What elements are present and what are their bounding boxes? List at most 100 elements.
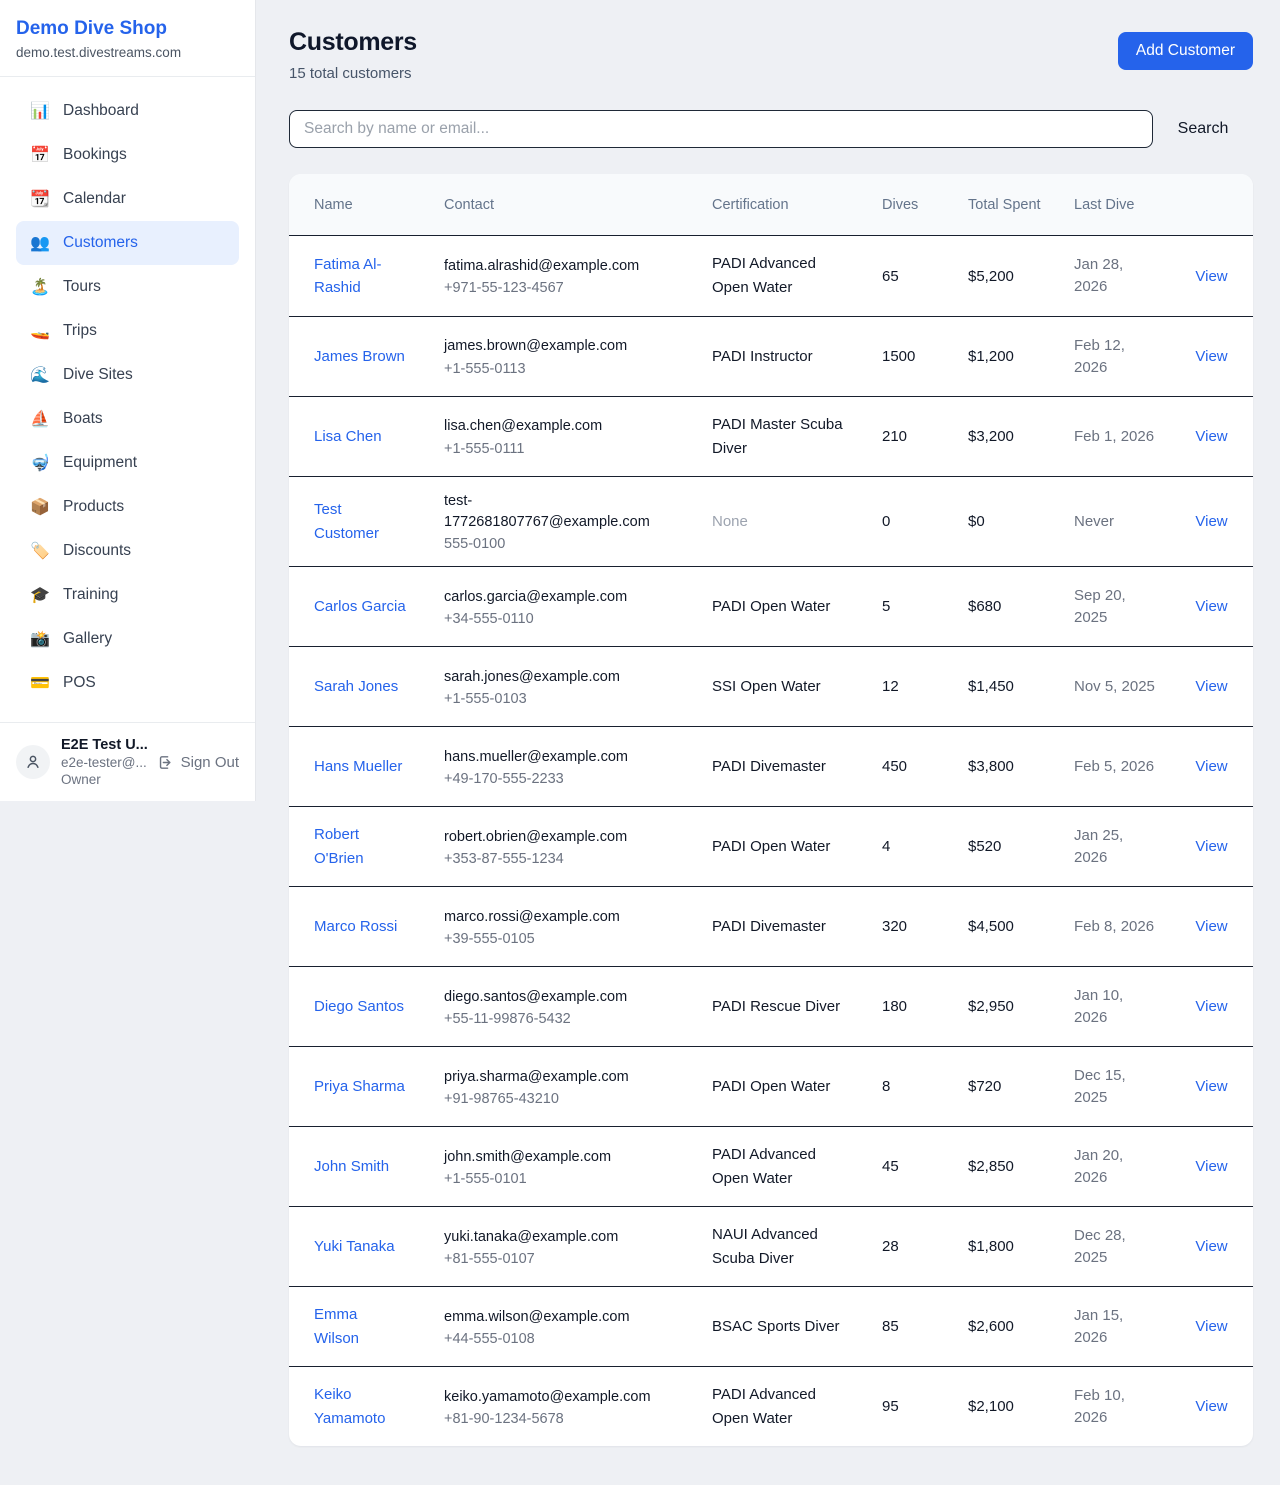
customer-email: carlos.garcia@example.com [444, 587, 662, 608]
table-row: John Smith john.smith@example.com +1-555… [289, 1126, 1253, 1206]
table-row: Marco Rossi marco.rossi@example.com +39-… [289, 886, 1253, 966]
add-customer-button[interactable]: Add Customer [1118, 32, 1253, 70]
customer-name-link[interactable]: James Brown [314, 348, 405, 365]
customer-name-link[interactable]: Carlos Garcia [314, 598, 406, 615]
view-link[interactable]: View [1195, 1238, 1227, 1255]
table-row: Fatima Al-Rashid fatima.alrashid@example… [289, 236, 1253, 316]
table-row: Keiko Yamamoto keiko.yamamoto@example.co… [289, 1366, 1253, 1446]
customer-name-link[interactable]: Hans Mueller [314, 758, 402, 775]
customer-name-link[interactable]: Test Customer [314, 501, 379, 541]
sidebar-item-gallery[interactable]: 📸 Gallery [16, 617, 239, 661]
customer-dives: 320 [872, 904, 958, 949]
sidebar-item-trips[interactable]: 🚤 Trips [16, 309, 239, 353]
sidebar-item-customers[interactable]: 👥 Customers [16, 221, 239, 265]
customer-phone: +1-555-0111 [444, 441, 662, 457]
customer-email: priya.sharma@example.com [444, 1067, 662, 1088]
view-link[interactable]: View [1195, 1398, 1227, 1415]
table-row: Robert O'Brien robert.obrien@example.com… [289, 806, 1253, 886]
sidebar-item-calendar[interactable]: 📆 Calendar [16, 177, 239, 221]
view-link[interactable]: View [1195, 838, 1227, 855]
people-icon: 👥 [30, 233, 50, 253]
sidebar-item-label: Calendar [63, 190, 126, 208]
customer-dives: 5 [872, 584, 958, 629]
customer-name-link[interactable]: Emma Wilson [314, 1306, 359, 1346]
view-link[interactable]: View [1195, 758, 1227, 775]
view-link[interactable]: View [1195, 428, 1227, 445]
customer-phone: +49-170-555-2233 [444, 771, 662, 787]
customer-last-dive: Feb 10, 2026 [1064, 1371, 1170, 1443]
user-section: E2E Test U... e2e-tester@... Owner Sign … [0, 722, 255, 801]
view-link[interactable]: View [1195, 268, 1227, 285]
search-button[interactable]: Search [1153, 120, 1253, 138]
sidebar-item-label: Bookings [63, 146, 127, 164]
view-link[interactable]: View [1195, 348, 1227, 365]
sidebar-item-training[interactable]: 🎓 Training [16, 573, 239, 617]
customer-name-link[interactable]: Diego Santos [314, 998, 404, 1015]
customer-last-dive: Feb 1, 2026 [1064, 412, 1170, 462]
calendar-date-icon: 📅 [30, 145, 50, 165]
sidebar-item-tours[interactable]: 🏝️ Tours [16, 265, 239, 309]
customer-total-spent: $1,800 [958, 1224, 1064, 1269]
view-link[interactable]: View [1195, 678, 1227, 695]
user-name: E2E Test U... [61, 737, 146, 753]
customer-name-link[interactable]: John Smith [314, 1158, 389, 1175]
customer-email: test-1772681807767@example.com [444, 491, 662, 533]
shop-name: Demo Dive Shop [16, 18, 239, 40]
customer-phone: +39-555-0105 [444, 931, 662, 947]
view-link[interactable]: View [1195, 1318, 1227, 1335]
customer-total-spent: $2,850 [958, 1144, 1064, 1189]
customer-total-spent: $2,100 [958, 1384, 1064, 1429]
column-header-contact: Contact [434, 187, 702, 223]
search-input[interactable] [289, 110, 1153, 148]
table-row: Test Customer test-1772681807767@example… [289, 476, 1253, 566]
sidebar-item-products[interactable]: 📦 Products [16, 485, 239, 529]
sidebar-item-bookings[interactable]: 📅 Bookings [16, 133, 239, 177]
customer-phone: +1-555-0101 [444, 1171, 662, 1187]
bar-chart-icon: 📊 [30, 101, 50, 121]
view-link[interactable]: View [1195, 1158, 1227, 1175]
customer-name-link[interactable]: Robert O'Brien [314, 826, 364, 866]
sidebar-item-pos[interactable]: 💳 POS [16, 661, 239, 705]
customer-name-link[interactable]: Marco Rossi [314, 918, 397, 935]
column-header-total-spent: Total Spent [958, 187, 1064, 223]
sign-out-label: Sign Out [181, 754, 239, 771]
view-link[interactable]: View [1195, 998, 1227, 1015]
customer-certification: PADI Open Water [702, 821, 872, 873]
customers-table: Name Contact Certification Dives Total S… [289, 174, 1253, 1446]
customer-name-link[interactable]: Yuki Tanaka [314, 1238, 395, 1255]
column-header-certification: Certification [702, 187, 872, 223]
view-link[interactable]: View [1195, 1078, 1227, 1095]
customer-name-link[interactable]: Keiko Yamamoto [314, 1386, 385, 1426]
customer-dives: 28 [872, 1224, 958, 1269]
customer-dives: 210 [872, 414, 958, 459]
customer-name-link[interactable]: Lisa Chen [314, 428, 382, 445]
sign-out-button[interactable]: Sign Out [157, 754, 239, 771]
sidebar-item-dive-sites[interactable]: 🌊 Dive Sites [16, 353, 239, 397]
customer-name-link[interactable]: Sarah Jones [314, 678, 398, 695]
camera-flash-icon: 📸 [30, 629, 50, 649]
sidebar-item-boats[interactable]: ⛵ Boats [16, 397, 239, 441]
graduation-cap-icon: 🎓 [30, 585, 50, 605]
customer-name-link[interactable]: Priya Sharma [314, 1078, 405, 1095]
sidebar-item-equipment[interactable]: 🤿 Equipment [16, 441, 239, 485]
sidebar-item-label: Gallery [63, 630, 112, 648]
customer-dives: 450 [872, 744, 958, 789]
wave-icon: 🌊 [30, 365, 50, 385]
view-link[interactable]: View [1195, 513, 1227, 530]
table-row: Lisa Chen lisa.chen@example.com +1-555-0… [289, 396, 1253, 476]
customer-dives: 95 [872, 1384, 958, 1429]
sidebar-item-discounts[interactable]: 🏷️ Discounts [16, 529, 239, 573]
sidebar-item-label: Dashboard [63, 102, 139, 120]
total-customers-count: 15 total customers [289, 65, 417, 82]
user-info: E2E Test U... e2e-tester@... Owner [61, 737, 146, 787]
customer-name-link[interactable]: Fatima Al-Rashid [314, 256, 382, 296]
customer-phone: +81-555-0107 [444, 1251, 662, 1267]
customer-email: emma.wilson@example.com [444, 1307, 662, 1328]
view-link[interactable]: View [1195, 598, 1227, 615]
customer-total-spent: $520 [958, 824, 1064, 869]
sidebar-item-dashboard[interactable]: 📊 Dashboard [16, 89, 239, 133]
customer-total-spent: $3,200 [958, 414, 1064, 459]
customer-phone: +971-55-123-4567 [444, 280, 662, 296]
sidebar-item-label: Equipment [63, 454, 137, 472]
view-link[interactable]: View [1195, 918, 1227, 935]
